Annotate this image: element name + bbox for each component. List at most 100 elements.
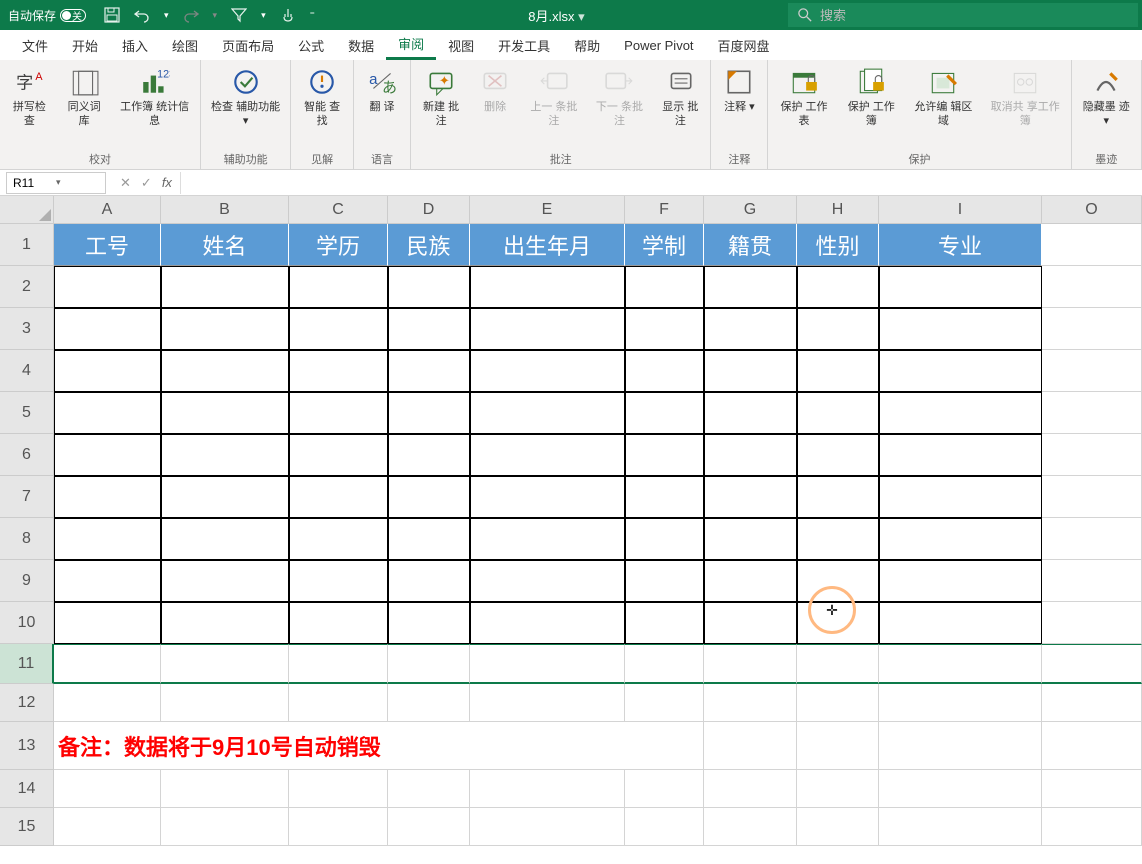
cell-G14[interactable]	[704, 770, 797, 808]
cell-O5[interactable]	[1042, 392, 1142, 434]
cell-G3[interactable]	[704, 308, 797, 350]
row-header-11[interactable]: 11	[0, 644, 54, 684]
cell-A15[interactable]	[54, 808, 161, 846]
cell-C7[interactable]	[289, 476, 388, 518]
cell-F14[interactable]	[625, 770, 704, 808]
cell-A7[interactable]	[54, 476, 161, 518]
cell-B3[interactable]	[161, 308, 289, 350]
cell-G15[interactable]	[704, 808, 797, 846]
cell-I12[interactable]	[879, 684, 1042, 722]
cell-H11[interactable]	[797, 644, 879, 684]
cell-I7[interactable]	[879, 476, 1042, 518]
cell-E6[interactable]	[470, 434, 625, 476]
cell-C4[interactable]	[289, 350, 388, 392]
cell-E1[interactable]: 出生年月	[470, 224, 625, 266]
cell-O14[interactable]	[1042, 770, 1142, 808]
cell-F15[interactable]	[625, 808, 704, 846]
cell-E8[interactable]	[470, 518, 625, 560]
cell-E11[interactable]	[470, 644, 625, 684]
tab-帮助[interactable]: 帮助	[562, 30, 612, 60]
col-header-G[interactable]: G	[704, 196, 797, 224]
cell-O7[interactable]	[1042, 476, 1142, 518]
cell-D7[interactable]	[388, 476, 470, 518]
cell-G6[interactable]	[704, 434, 797, 476]
cell-O4[interactable]	[1042, 350, 1142, 392]
row-header-2[interactable]: 2	[0, 266, 54, 308]
cell-I5[interactable]	[879, 392, 1042, 434]
cell-I14[interactable]	[879, 770, 1042, 808]
cell-G5[interactable]	[704, 392, 797, 434]
tab-绘图[interactable]: 绘图	[160, 30, 210, 60]
cell-D4[interactable]	[388, 350, 470, 392]
tab-开发工具[interactable]: 开发工具	[486, 30, 562, 60]
cell-B6[interactable]	[161, 434, 289, 476]
ribbon-translate-button[interactable]: aあ翻 译	[360, 64, 404, 116]
cell-H14[interactable]	[797, 770, 879, 808]
col-header-O[interactable]: O	[1042, 196, 1142, 224]
cell-D10[interactable]	[388, 602, 470, 644]
cell-A5[interactable]	[54, 392, 161, 434]
cell-A8[interactable]	[54, 518, 161, 560]
ribbon-thesaurus-button[interactable]: 同义词库	[61, 64, 108, 131]
cell-I3[interactable]	[879, 308, 1042, 350]
cell-D12[interactable]	[388, 684, 470, 722]
cell-C8[interactable]	[289, 518, 388, 560]
cell-F1[interactable]: 学制	[625, 224, 704, 266]
cell-G10[interactable]	[704, 602, 797, 644]
col-header-H[interactable]: H	[797, 196, 879, 224]
save-icon[interactable]	[104, 7, 120, 23]
cell-C9[interactable]	[289, 560, 388, 602]
cell-H1[interactable]: 性别	[797, 224, 879, 266]
cell-O15[interactable]	[1042, 808, 1142, 846]
tab-页面布局[interactable]: 页面布局	[210, 30, 286, 60]
cell-H4[interactable]	[797, 350, 879, 392]
cell-A2[interactable]	[54, 266, 161, 308]
cell-B1[interactable]: 姓名	[161, 224, 289, 266]
cell-B11[interactable]	[161, 644, 289, 684]
tab-公式[interactable]: 公式	[286, 30, 336, 60]
cell-B8[interactable]	[161, 518, 289, 560]
cell-I10[interactable]	[879, 602, 1042, 644]
cell-I6[interactable]	[879, 434, 1042, 476]
cell-E15[interactable]	[470, 808, 625, 846]
ribbon-spell-button[interactable]: 字A拼写检查	[6, 64, 53, 131]
tab-数据[interactable]: 数据	[336, 30, 386, 60]
filter-dropdown-icon[interactable]: ▾	[261, 10, 266, 21]
cell-D2[interactable]	[388, 266, 470, 308]
row-header-9[interactable]: 9	[0, 560, 54, 602]
tab-开始[interactable]: 开始	[60, 30, 110, 60]
search-box[interactable]	[788, 3, 1138, 27]
cell-G2[interactable]	[704, 266, 797, 308]
col-header-F[interactable]: F	[625, 196, 704, 224]
ribbon-check-button[interactable]: 检查 辅助功能 ▾	[207, 64, 284, 131]
row-header-13[interactable]: 13	[0, 722, 54, 770]
cell-E3[interactable]	[470, 308, 625, 350]
qat-more-icon[interactable]: ⁼	[310, 10, 315, 21]
row-header-14[interactable]: 14	[0, 770, 54, 808]
cell-A11[interactable]	[54, 644, 161, 684]
accept-formula-icon[interactable]: ✓	[141, 175, 152, 191]
cell-G12[interactable]	[704, 684, 797, 722]
cell-F12[interactable]	[625, 684, 704, 722]
cell-A14[interactable]	[54, 770, 161, 808]
col-header-D[interactable]: D	[388, 196, 470, 224]
cell-I2[interactable]	[879, 266, 1042, 308]
cell-B2[interactable]	[161, 266, 289, 308]
name-box[interactable]: R11 ▾	[6, 172, 106, 194]
search-input[interactable]	[820, 8, 1128, 23]
cell-H5[interactable]	[797, 392, 879, 434]
cell-G8[interactable]	[704, 518, 797, 560]
row-header-4[interactable]: 4	[0, 350, 54, 392]
cell-F7[interactable]	[625, 476, 704, 518]
cell-E7[interactable]	[470, 476, 625, 518]
cell-C2[interactable]	[289, 266, 388, 308]
col-header-C[interactable]: C	[289, 196, 388, 224]
cell-E10[interactable]	[470, 602, 625, 644]
ribbon-ink-button[interactable]: 隐藏墨 迹 ▾	[1078, 64, 1135, 131]
row-header-1[interactable]: 1	[0, 224, 54, 266]
row-header-12[interactable]: 12	[0, 684, 54, 722]
cell-B15[interactable]	[161, 808, 289, 846]
remark-cell[interactable]: 备注：数据将于9月10号自动销毁	[54, 722, 704, 770]
cell-D6[interactable]	[388, 434, 470, 476]
cell-A9[interactable]	[54, 560, 161, 602]
